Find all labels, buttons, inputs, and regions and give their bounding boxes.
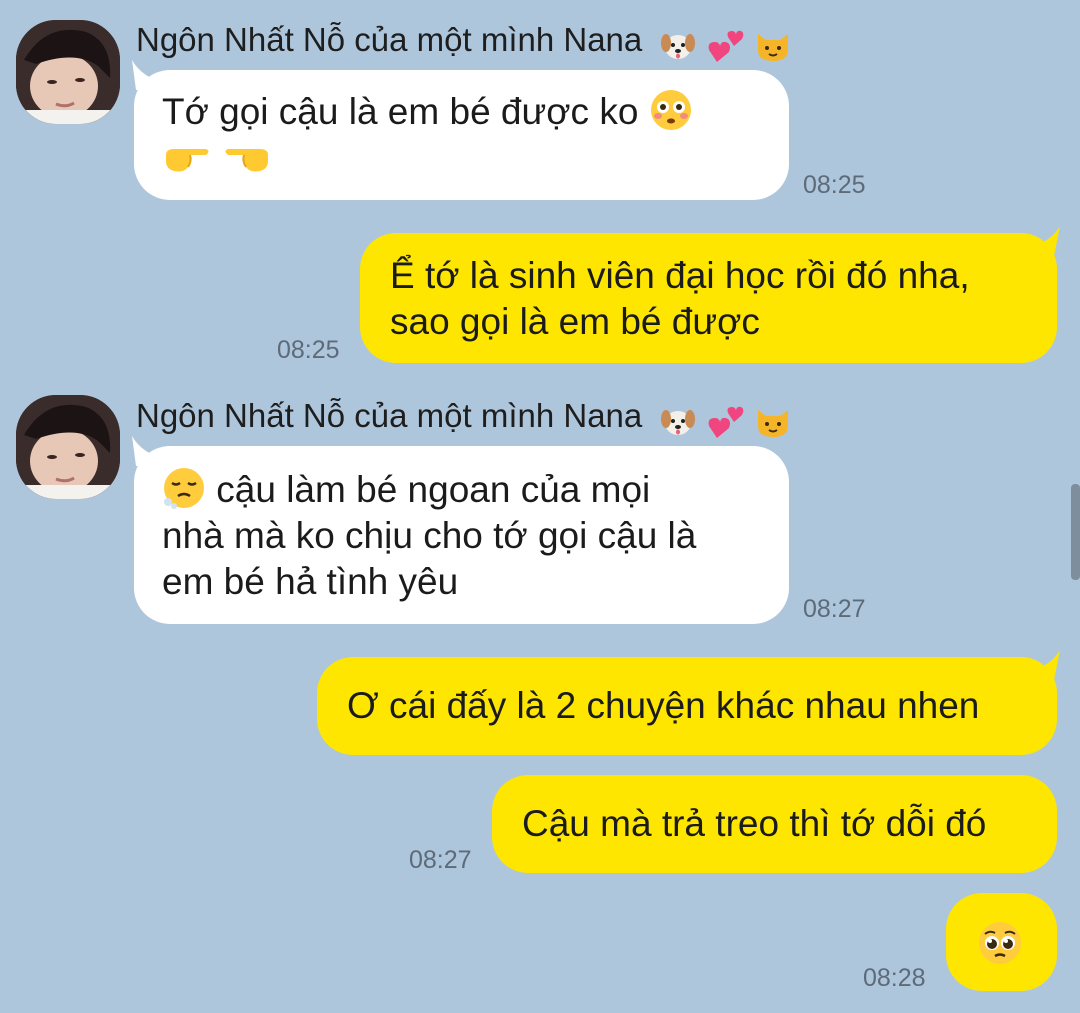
cat-face-icon bbox=[757, 33, 788, 61]
message-bubble-outgoing[interactable]: Cậu mà trả treo thì tớ dỗi đó bbox=[492, 775, 1057, 873]
message-text: Ể tớ là sinh viên đại học rồi đó nha, bbox=[390, 255, 970, 296]
message-text: em bé hả tình yêu bbox=[162, 561, 459, 602]
pleading-face-icon bbox=[979, 922, 1021, 964]
pointing-right-icon bbox=[166, 149, 209, 172]
message-time: 08:27 bbox=[409, 846, 472, 874]
scrollbar[interactable] bbox=[1071, 484, 1080, 580]
message-bubble-outgoing[interactable]: Ơ cái đấy là 2 chuyện khác nhau nhen bbox=[317, 657, 1057, 755]
avatar[interactable] bbox=[16, 395, 120, 499]
dog-face-icon bbox=[661, 409, 696, 435]
two-hearts-icon bbox=[708, 30, 743, 62]
message-text: Cậu mà trả treo thì tớ dỗi đó bbox=[522, 803, 987, 844]
message-time: 08:28 bbox=[863, 964, 926, 992]
pointing-left-icon bbox=[225, 149, 269, 172]
message-bubble-incoming[interactable]: Tớ gọi cậu là em bé được ko bbox=[134, 70, 789, 200]
message-bubble-incoming[interactable]: cậu làm bé ngoan của mọi nhà mà ko chịu … bbox=[134, 446, 789, 624]
flushed-face-icon bbox=[650, 90, 691, 130]
bubble-tail bbox=[132, 60, 156, 90]
message-time: 08:25 bbox=[803, 171, 866, 199]
message-text: cậu làm bé ngoan của mọi bbox=[216, 469, 651, 510]
message-text: nhà mà ko chịu cho tớ gọi cậu là bbox=[162, 515, 697, 556]
name-emojis bbox=[659, 22, 791, 62]
face-exhaling-icon bbox=[164, 468, 204, 509]
bubble-tail bbox=[1034, 226, 1060, 256]
dog-face-icon bbox=[661, 33, 696, 59]
message-bubble-outgoing[interactable]: Ể tớ là sinh viên đại học rồi đó nha, sa… bbox=[360, 233, 1057, 363]
cat-face-icon bbox=[757, 409, 788, 437]
sender-name-text: Ngôn Nhất Nỗ của một mình Nana bbox=[136, 21, 643, 58]
message-text: Tớ gọi cậu là em bé được ko bbox=[162, 91, 639, 132]
message-text: sao gọi là em bé được bbox=[390, 301, 760, 342]
bubble-tail bbox=[1034, 650, 1060, 680]
name-emojis bbox=[659, 398, 791, 438]
two-hearts-icon bbox=[708, 406, 743, 438]
message-text: Ơ cái đấy là 2 chuyện khác nhau nhen bbox=[347, 685, 980, 726]
sender-name: Ngôn Nhất Nỗ của một mình Nana bbox=[136, 396, 792, 438]
sender-name-text: Ngôn Nhất Nỗ của một mình Nana bbox=[136, 397, 643, 434]
message-bubble-outgoing[interactable] bbox=[946, 893, 1057, 991]
message-time: 08:25 bbox=[277, 336, 340, 364]
avatar[interactable] bbox=[16, 20, 120, 124]
sender-name: Ngôn Nhất Nỗ của một mình Nana bbox=[136, 20, 792, 62]
bubble-tail bbox=[132, 436, 156, 466]
message-time: 08:27 bbox=[803, 595, 866, 623]
